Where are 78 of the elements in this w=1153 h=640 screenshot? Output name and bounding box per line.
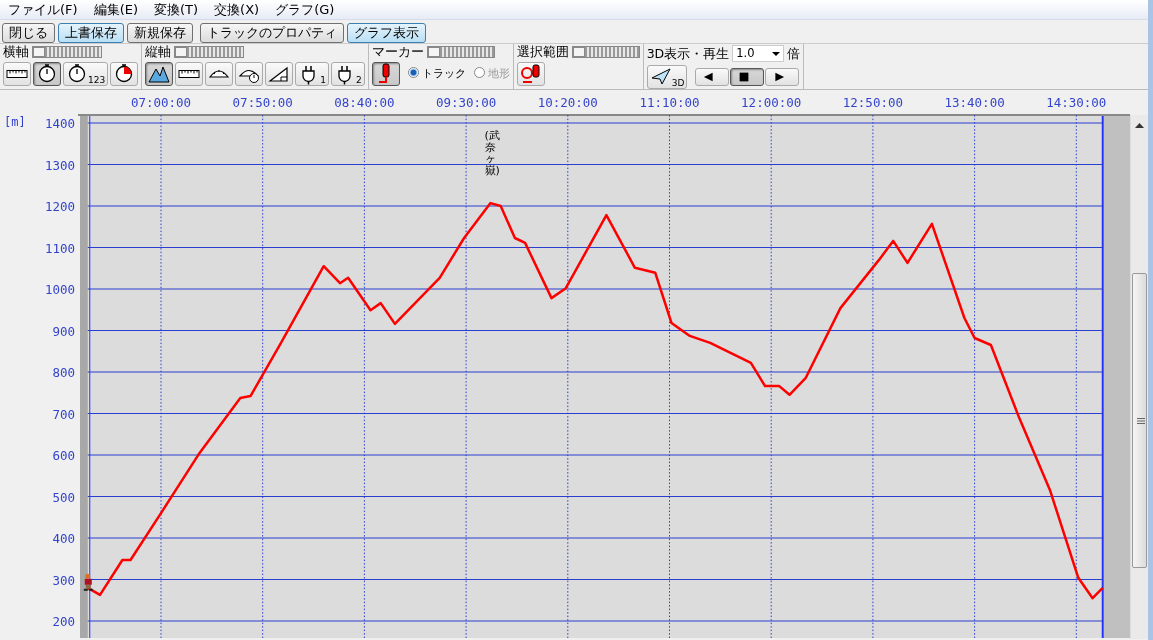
hiker-icon (83, 573, 93, 591)
slider-thumb[interactable] (427, 47, 440, 57)
slider-thumb[interactable] (33, 47, 45, 57)
radio-option[interactable]: トラック (407, 65, 466, 83)
tool-button[interactable] (265, 62, 294, 86)
group-label: 縦軸 (145, 45, 172, 59)
y-tick-label: 800 (52, 365, 75, 380)
range-marker-icon (519, 63, 542, 85)
toolbar-button[interactable]: 上書保存 (58, 22, 124, 43)
tool-button[interactable]: 3D (646, 65, 688, 89)
y-tick-label: 1100 (44, 240, 75, 256)
y-tick-label: 1300 (44, 157, 75, 173)
x-tick-label: 12:50:00 (842, 95, 903, 110)
y-tick-label: 200 (52, 614, 75, 629)
menu-item[interactable]: 編集(E) (85, 0, 146, 19)
tool-button[interactable] (175, 62, 204, 86)
x-tick-label: 08:40:00 (334, 95, 395, 110)
tool-button[interactable] (3, 62, 31, 86)
tool-button[interactable]: 1 (295, 62, 329, 86)
slider[interactable] (426, 46, 495, 58)
slider[interactable] (571, 46, 640, 58)
tool-button[interactable] (33, 62, 61, 86)
group-label: マーカー (371, 45, 424, 59)
toolbar-button[interactable]: 新規保存 (127, 22, 193, 43)
speed-value: 1.0 (736, 46, 755, 61)
tool-button[interactable]: 2 (330, 62, 365, 86)
x-tick-label: 14:30:00 (1046, 95, 1107, 110)
y-tick-label: 900 (52, 323, 75, 339)
y-tick-label: 300 (52, 572, 75, 588)
ruler-icon (178, 70, 201, 78)
x-tick-label: 13:40:00 (944, 95, 1005, 110)
x-tick-label: 10:20:00 (537, 95, 598, 110)
tool-button[interactable] (730, 68, 765, 86)
y-tick-label: 1200 (44, 199, 75, 214)
group-label: 3D表示・再生 (646, 46, 730, 61)
unit-label: 倍 (787, 46, 801, 61)
tool-button[interactable] (235, 62, 264, 86)
x-tick-label: 07:00:00 (130, 95, 192, 110)
tool-button[interactable] (695, 68, 730, 86)
y-tick-label: 1000 (44, 282, 75, 297)
toolbar-button[interactable]: グラフ表示 (347, 22, 426, 43)
x-tick-label: 09:30:00 (436, 95, 497, 110)
scrollbar-thumb[interactable] (1132, 273, 1147, 568)
speed-select[interactable]: 1.0 (732, 45, 785, 62)
slider[interactable] (174, 46, 245, 58)
y-tick-label: 600 (52, 448, 75, 463)
tool-button[interactable] (765, 68, 800, 86)
tool-button[interactable] (371, 62, 400, 86)
x-tick-label: 07:50:00 (232, 95, 293, 110)
menu-item[interactable]: 交換(X) (206, 0, 268, 19)
group-label: 選択範囲 (516, 45, 569, 59)
menu-item[interactable]: 変換(T) (146, 0, 207, 19)
tool-button[interactable]: 123 (63, 62, 109, 86)
y-tick-label: 500 (52, 489, 75, 505)
slider[interactable] (32, 46, 102, 58)
slider-thumb[interactable] (175, 47, 188, 57)
group-label: 横軸 (3, 45, 29, 59)
scrollbar[interactable] (1130, 115, 1148, 639)
toolbar-button[interactable]: トラックのプロパティ (200, 22, 344, 43)
menu-item[interactable]: グラフ(G) (267, 0, 343, 19)
toolbar-button[interactable]: 閉じる (2, 22, 55, 43)
y-axis-unit: [m] (4, 115, 26, 129)
y-tick-label: 1400 (44, 116, 75, 131)
scroll-up-icon[interactable] (1135, 123, 1144, 129)
y-tick-label: 400 (52, 531, 75, 546)
grip-icon (1137, 418, 1145, 424)
slider-thumb[interactable] (572, 47, 585, 57)
menu-item[interactable]: ファイル(F) (0, 0, 86, 19)
stopwatch-icon (66, 63, 88, 85)
tool-button[interactable] (516, 62, 545, 86)
tool-button[interactable] (205, 62, 234, 86)
tool-button[interactable] (110, 62, 139, 86)
ruler-icon (6, 70, 28, 78)
x-tick-label: 12:00:00 (741, 95, 802, 110)
tool-button[interactable] (145, 62, 174, 86)
stopwatch-icon (36, 63, 58, 85)
y-tick-label: 700 (52, 406, 75, 422)
x-tick-label: 11:10:00 (639, 95, 700, 110)
